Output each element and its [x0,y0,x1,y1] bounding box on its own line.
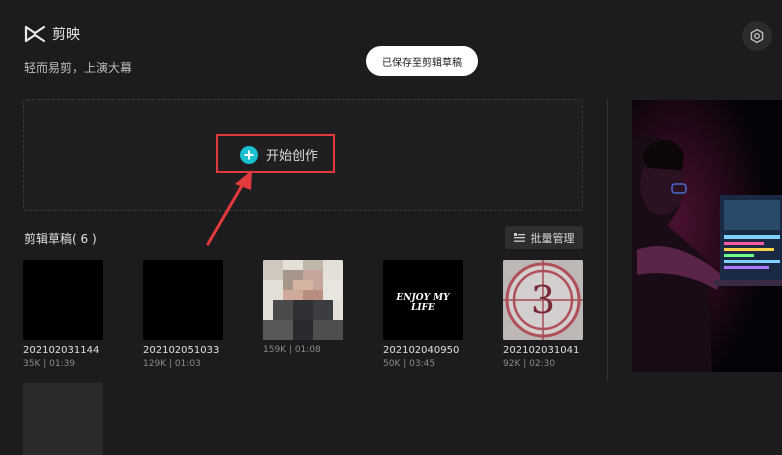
slogan: 轻而易剪，上演大幕 [24,61,133,75]
countdown-number: 3 [530,278,556,322]
preview-image [632,100,782,372]
draft-thumbnail[interactable] [143,260,223,340]
batch-manage-icon [513,232,525,242]
batch-manage-button[interactable]: 批量管理 [505,226,583,249]
draft-thumbnail[interactable] [23,260,103,340]
batch-manage-label: 批量管理 [530,231,575,245]
draft-name: 202102051033 [143,345,220,356]
plus-icon [240,145,258,164]
draft-card[interactable]: 3 202102031041 92K | 02:30 [503,260,583,369]
draft-name: 202102031144 [23,345,100,356]
draft-thumbnail[interactable] [263,260,343,340]
draft-name: 202102031041 [503,345,580,356]
draft-meta: 129K | 01:03 [143,359,201,369]
app-name: 剪映 [52,27,80,43]
draft-meta: 159K | 01:08 [263,345,321,355]
pixelated-photo [263,260,343,340]
thumbnail-text: ENJOY MY LIFE [396,293,450,313]
settings-icon [750,28,764,44]
draft-meta: 50K | 03:45 [383,359,436,369]
draft-card[interactable] [23,383,103,455]
draft-card[interactable]: 202102051033 129K | 01:03 [143,260,223,369]
panel-divider [607,99,608,381]
settings-button[interactable] [742,21,772,51]
draft-card[interactable]: 159K | 01:08 [263,260,343,355]
draft-meta: 92K | 02:30 [503,359,556,369]
preview-panel [632,100,782,372]
draft-card[interactable]: 202102031144 35K | 01:39 [23,260,103,369]
annotation-arrow [206,170,252,246]
draft-meta: 35K | 01:39 [23,359,76,369]
start-creation-label: 开始创作 [266,149,319,164]
draft-thumbnail[interactable]: ENJOY MY LIFE [383,260,463,340]
start-creation-button[interactable]: 开始创作 [240,145,318,164]
draft-name: 202102040950 [383,345,460,356]
app-logo: 剪映 [24,24,80,44]
saved-toast: 已保存至剪辑草稿 [366,46,478,76]
draft-thumbnail[interactable]: 3 [503,260,583,340]
drafts-title: 剪辑草稿( 6 ) [24,232,97,246]
capcut-logo-icon [24,25,46,43]
draft-card[interactable]: ENJOY MY LIFE 202102040950 50K | 03:45 [383,260,463,369]
draft-thumbnail[interactable] [23,383,103,455]
